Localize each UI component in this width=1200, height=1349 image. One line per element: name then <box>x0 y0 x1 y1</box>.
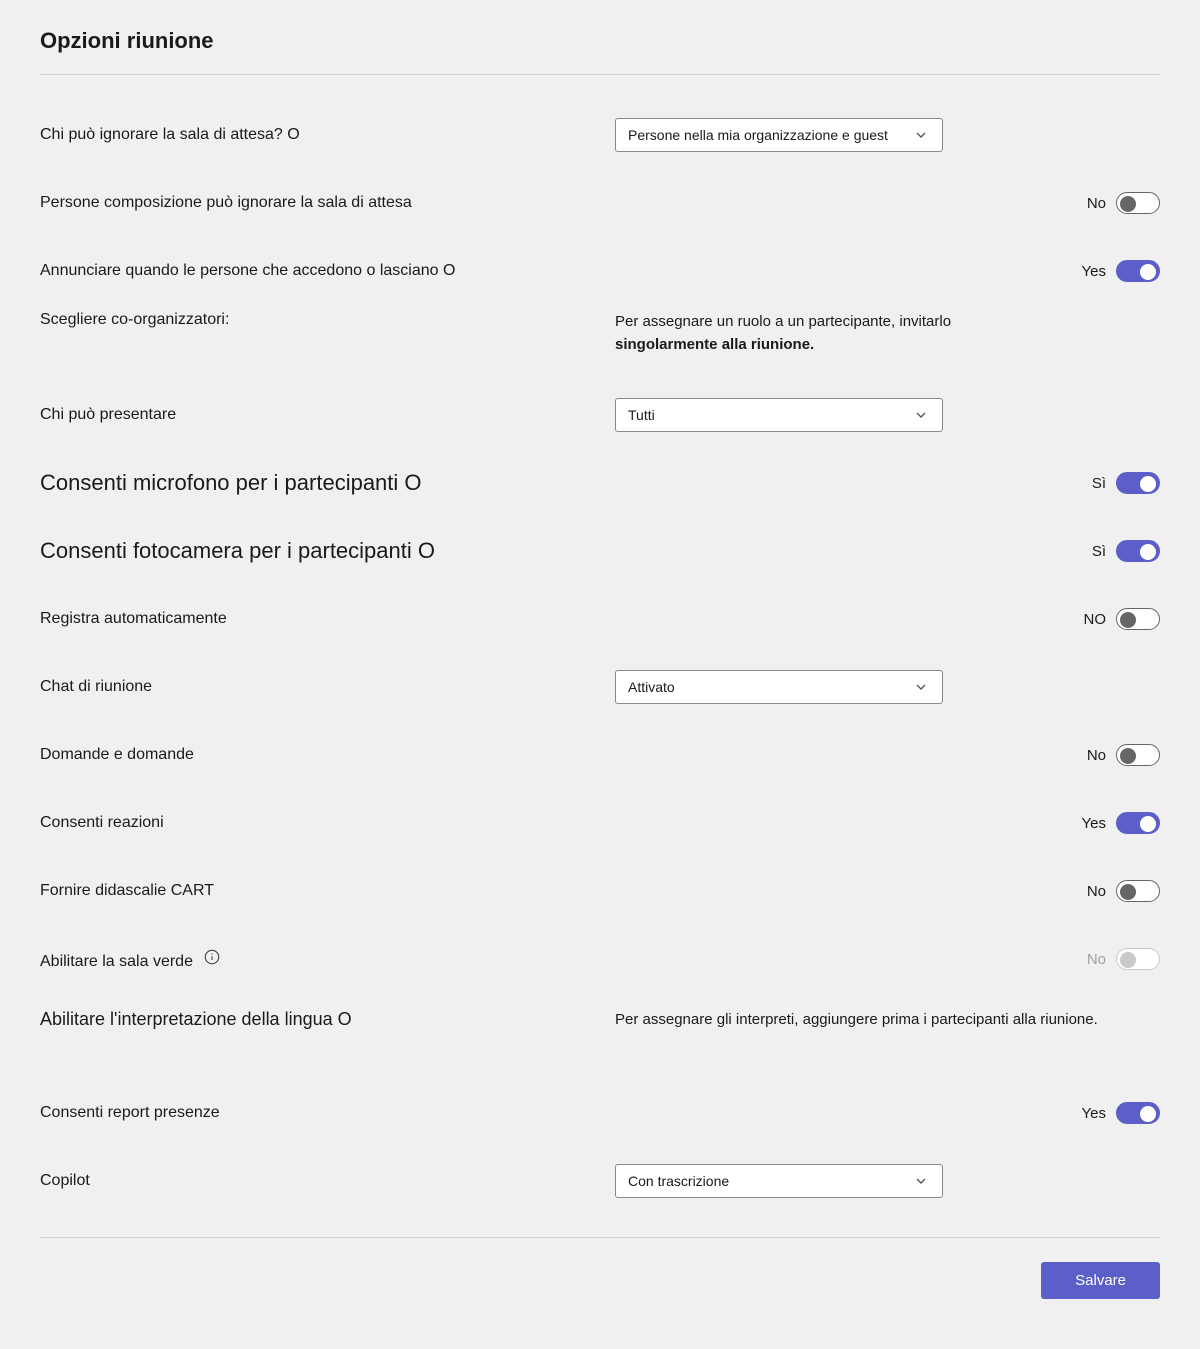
save-button[interactable]: Salvare <box>1041 1262 1160 1299</box>
label-announce: Annunciare quando le persone che accedon… <box>40 262 615 280</box>
chevron-down-icon <box>912 407 930 423</box>
toggle-auto-record[interactable] <box>1116 608 1160 630</box>
toggle-reactions[interactable] <box>1116 812 1160 834</box>
row-reactions: Consenti reazioni Yes <box>40 791 1160 855</box>
label-green-room: Abilitare la sala verde <box>40 948 615 971</box>
row-lang-interp: Abilitare l'interpretazione della lingua… <box>40 1005 1160 1077</box>
row-auto-record: Registra automaticamente NO <box>40 587 1160 651</box>
divider <box>40 74 1160 75</box>
row-callers-bypass: Persone composizione può ignorare la sal… <box>40 171 1160 235</box>
label-bypass-lobby: Chi può ignorare la sala di attesa? O <box>40 126 615 144</box>
toggle-state-callers-bypass: No <box>1078 195 1106 212</box>
help-coorganizers: Per assegnare un ruolo a un partecipante… <box>615 311 951 356</box>
toggle-state-attendance: Yes <box>1078 1105 1106 1122</box>
row-allow-mic: Consenti microfono per i partecipanti O … <box>40 451 1160 515</box>
label-attendance: Consenti report presenze <box>40 1104 615 1122</box>
label-qna: Domande e domande <box>40 746 615 764</box>
label-cart: Fornire didascalie CART <box>40 882 615 900</box>
label-copilot: Copilot <box>40 1172 615 1190</box>
chevron-down-icon <box>912 1173 930 1189</box>
toggle-state-allow-mic: Sì <box>1078 475 1106 492</box>
label-presenters: Chi può presentare <box>40 406 615 424</box>
row-attendance: Consenti report presenze Yes <box>40 1081 1160 1145</box>
label-allow-mic: Consenti microfono per i partecipanti O <box>40 470 615 496</box>
row-announce: Annunciare quando le persone che accedon… <box>40 239 1160 303</box>
footer: Salvare <box>40 1237 1160 1323</box>
row-cart: Fornire didascalie CART No <box>40 859 1160 923</box>
toggle-allow-cam[interactable] <box>1116 540 1160 562</box>
row-coorganizers: Scegliere co-organizzatori: Per assegnar… <box>40 307 1160 379</box>
label-meeting-chat: Chat di riunione <box>40 678 615 696</box>
label-allow-cam: Consenti fotocamera per i partecipanti O <box>40 538 615 564</box>
toggle-qna[interactable] <box>1116 744 1160 766</box>
toggle-state-announce: Yes <box>1078 263 1106 280</box>
dropdown-presenters[interactable]: Tutti <box>615 398 943 432</box>
page-title: Opzioni riunione <box>40 28 1160 54</box>
toggle-cart[interactable] <box>1116 880 1160 902</box>
label-callers-bypass: Persone composizione può ignorare la sal… <box>40 194 615 212</box>
toggle-state-reactions: Yes <box>1078 815 1106 832</box>
chevron-down-icon <box>912 127 930 143</box>
row-presenters: Chi può presentare Tutti <box>40 383 1160 447</box>
toggle-state-cart: No <box>1078 883 1106 900</box>
toggle-state-auto-record: NO <box>1078 611 1106 628</box>
toggle-state-allow-cam: Sì <box>1078 543 1106 560</box>
row-meeting-chat: Chat di riunione Attivato <box>40 655 1160 719</box>
toggle-allow-mic[interactable] <box>1116 472 1160 494</box>
help-lang-interp: Per assegnare gli interpreti, aggiungere… <box>615 1009 1098 1032</box>
row-qna: Domande e domande No <box>40 723 1160 787</box>
toggle-announce[interactable] <box>1116 260 1160 282</box>
info-icon[interactable] <box>203 948 221 966</box>
row-copilot: Copilot Con trascrizione <box>40 1149 1160 1213</box>
row-green-room: Abilitare la sala verde No <box>40 927 1160 991</box>
dropdown-bypass-lobby[interactable]: Persone nella mia organizzazione e guest <box>615 118 943 152</box>
meeting-options-panel: Opzioni riunione Chi può ignorare la sal… <box>0 0 1200 1323</box>
label-reactions: Consenti reazioni <box>40 814 615 832</box>
toggle-green-room <box>1116 948 1160 970</box>
chevron-down-icon <box>912 679 930 695</box>
toggle-state-qna: No <box>1078 747 1106 764</box>
toggle-callers-bypass[interactable] <box>1116 192 1160 214</box>
label-lang-interp: Abilitare l'interpretazione della lingua… <box>40 1009 615 1030</box>
row-bypass-lobby: Chi può ignorare la sala di attesa? O Pe… <box>40 103 1160 167</box>
row-allow-cam: Consenti fotocamera per i partecipanti O… <box>40 519 1160 583</box>
label-coorganizers: Scegliere co-organizzatori: <box>40 311 615 329</box>
dropdown-copilot[interactable]: Con trascrizione <box>615 1164 943 1198</box>
toggle-state-green-room: No <box>1078 951 1106 968</box>
label-auto-record: Registra automaticamente <box>40 610 615 628</box>
toggle-attendance[interactable] <box>1116 1102 1160 1124</box>
dropdown-meeting-chat[interactable]: Attivato <box>615 670 943 704</box>
